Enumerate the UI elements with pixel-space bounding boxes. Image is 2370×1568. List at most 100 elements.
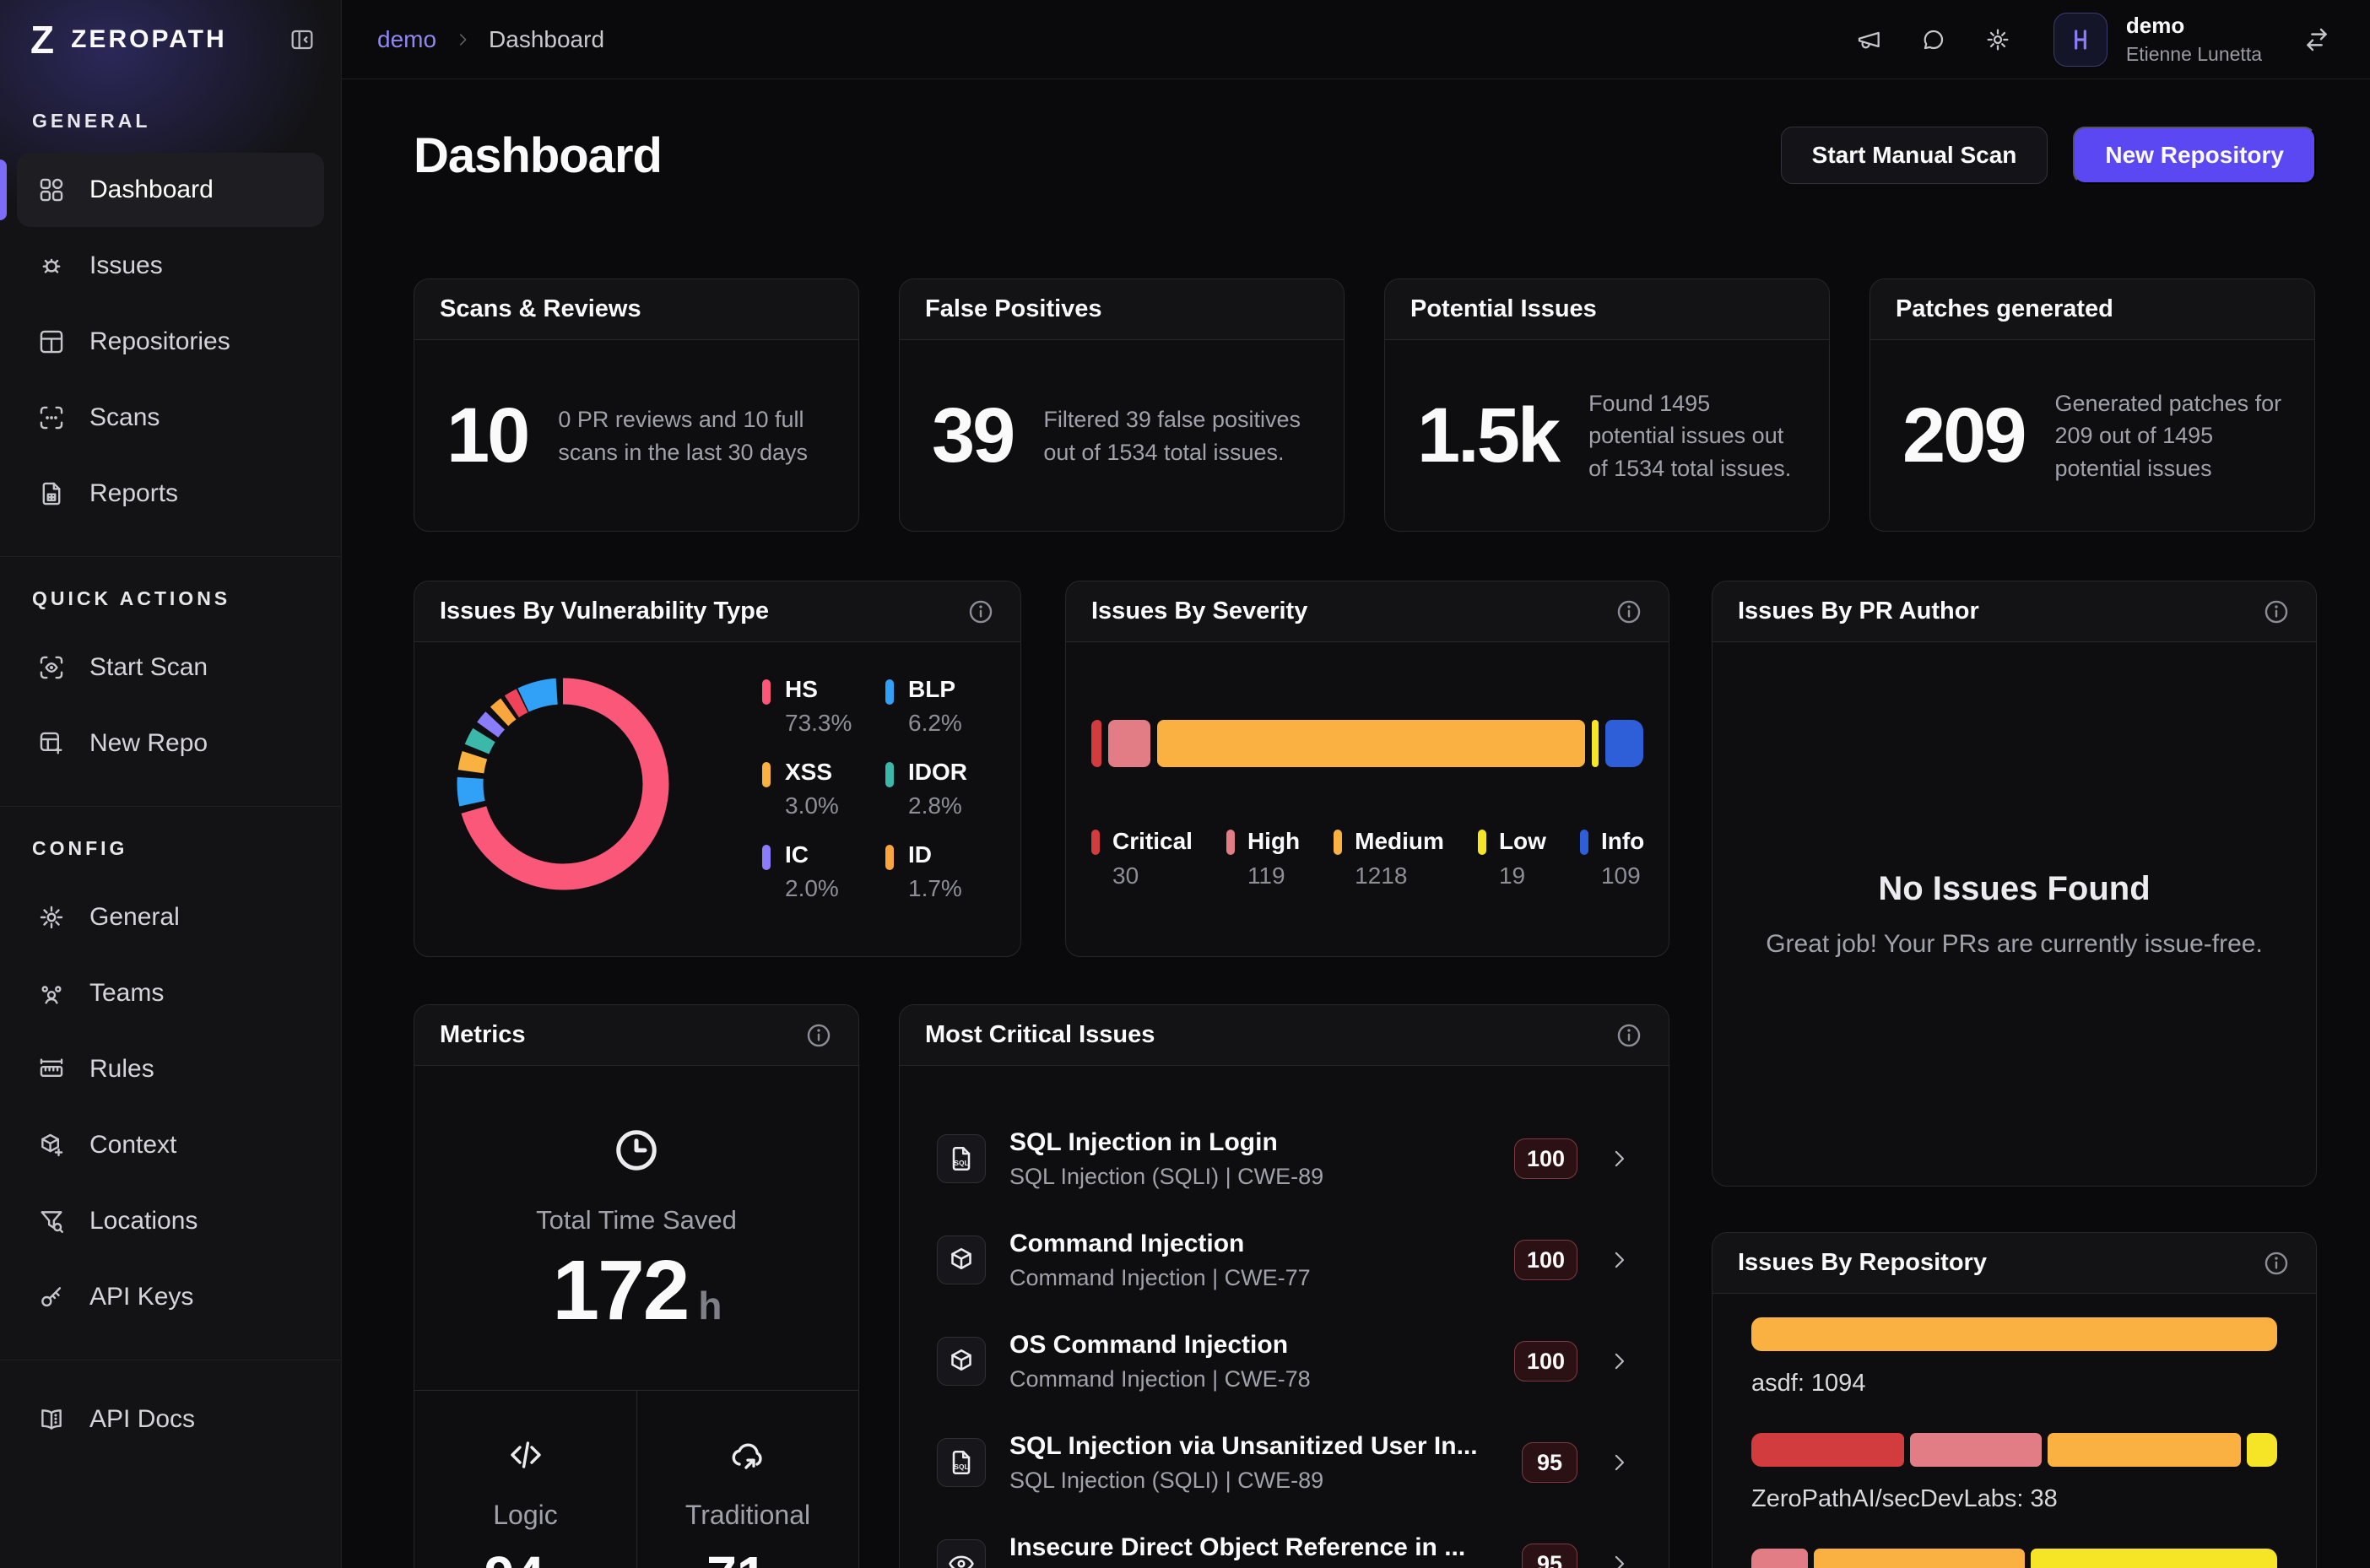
info-icon[interactable] [1615, 597, 1643, 626]
stat-description: Found 1495 potential issues out of 1534 … [1588, 387, 1797, 484]
issue-row-sql-injection-via-unsanitized-user-in[interactable]: SQL SQL Injection via Unsanitized User In… [937, 1412, 1631, 1513]
stat-value: 10 [446, 392, 528, 480]
sidebar-item-label: Context [89, 1131, 176, 1160]
api-docs-icon [37, 1405, 66, 1434]
repo-row-asdf: asdf: 1094 [1751, 1317, 2277, 1398]
stat-title: Patches generated [1896, 295, 2113, 323]
sidebar-item-repositories[interactable]: Repositories [17, 305, 324, 379]
info-icon[interactable] [966, 597, 995, 626]
issue-row-command-injection[interactable]: Command InjectionCommand Injection | CWE… [937, 1209, 1631, 1311]
issue-title: SQL Injection in Login [1009, 1128, 1323, 1157]
sidebar-item-rules[interactable]: Rules [17, 1032, 324, 1106]
metric-cell-logic: Logic 94h [414, 1391, 636, 1568]
stat-body: 209Generated patches for 209 out of 1495… [1870, 340, 2314, 532]
legend-color-pill [762, 762, 771, 787]
sidebar-item-dashboard[interactable]: Dashboard [17, 153, 324, 227]
info-icon[interactable] [804, 1021, 833, 1050]
info-icon[interactable] [1615, 1021, 1643, 1050]
sql-file-icon: SQL [946, 1144, 977, 1174]
megaphone-icon[interactable] [1856, 26, 1883, 53]
card-header: Potential Issues [1385, 279, 1829, 340]
most-critical-issues-card: Most Critical Issues SQLSQL Injection in… [899, 1004, 1669, 1568]
legend-percent: 2.0% [785, 875, 839, 902]
legend-color-pill [1091, 830, 1100, 855]
sidebar-item-context[interactable]: Context [17, 1108, 324, 1182]
legend-color-pill [885, 679, 894, 705]
rules-icon [37, 1055, 66, 1084]
sidebar-item-issues[interactable]: Issues [17, 229, 324, 303]
panel-toggle-icon[interactable] [289, 26, 316, 53]
zeropath-dashboard: { "brand": { "logo_letter": "Z", "name":… [0, 0, 2370, 1568]
chevron-right-icon[interactable] [1606, 1247, 1631, 1273]
severity-count: 30 [1112, 862, 1193, 889]
repo-row-zeropathai-secdevlabs: ZeroPathAI/secDevLabs: 38 [1751, 1433, 2277, 1513]
severity-count: 19 [1499, 862, 1546, 889]
chevron-right-icon[interactable] [1606, 1551, 1631, 1568]
sidebar-item-scans[interactable]: Scans [17, 381, 324, 455]
sidebar-item-reports[interactable]: Reports [17, 457, 324, 531]
stat-description: Filtered 39 false positives out of 1534 … [1043, 403, 1312, 468]
issue-icon-box [937, 1539, 986, 1568]
stat-card-scans-reviews: Scans & Reviews100 PR reviews and 10 ful… [414, 278, 859, 532]
sidebar-item-teams[interactable]: Teams [17, 956, 324, 1030]
org-name: demo [2126, 13, 2262, 39]
stat-card-patches-generated: Patches generated 209Generated patches fo… [1869, 278, 2315, 532]
severity-segment-critical [1091, 720, 1101, 767]
new-repository-button[interactable]: New Repository [2073, 127, 2316, 184]
chevron-right-icon[interactable] [1606, 1450, 1631, 1475]
page-title: Dashboard [414, 127, 662, 184]
severity-score-badge: 100 [1514, 1341, 1577, 1381]
issue-text: SQL Injection via Unsanitized User In...… [1009, 1432, 1478, 1494]
empty-state-description: Great job! Your PRs are currently issue-… [1766, 930, 2263, 959]
chevron-right-icon[interactable] [1606, 1349, 1631, 1374]
info-icon[interactable] [2262, 1249, 2291, 1278]
issue-row-os-command-injection[interactable]: OS Command InjectionCommand Injection | … [937, 1311, 1631, 1412]
severity-legend-low: Low19 [1478, 828, 1546, 889]
stat-body: 39Filtered 39 false positives out of 153… [900, 340, 1344, 532]
repo-bar-segment [1751, 1433, 1904, 1467]
legend-color-pill [762, 845, 771, 870]
start-manual-scan-button[interactable]: Start Manual Scan [1781, 127, 2048, 184]
legend-label: ID [908, 841, 962, 868]
sidebar-item-new-repo[interactable]: New Repo [17, 706, 324, 781]
metric-label: Logic [414, 1500, 636, 1531]
severity-label: Info [1601, 828, 1644, 855]
issue-icon-box: SQL [937, 1438, 986, 1487]
sidebar-section-label: QUICK ACTIONS [32, 587, 309, 610]
chevron-right-icon[interactable] [1606, 1146, 1631, 1171]
sidebar-item-api-docs[interactable]: API Docs [17, 1382, 324, 1457]
topbar-icon-group [1856, 26, 2011, 53]
info-icon[interactable] [2262, 597, 2291, 626]
swap-icon[interactable] [2302, 25, 2331, 54]
issue-text: SQL Injection in Login SQL Injection (SQL… [1009, 1128, 1323, 1190]
new-repo-icon [37, 729, 66, 758]
issue-subtitle: SQL Injection (SQLI) | CWE-89 [1009, 1164, 1323, 1190]
issue-row-insecure-direct-object-reference-in[interactable]: Insecure Direct Object Reference in ...I… [937, 1513, 1631, 1568]
pr-author-empty-state: No Issues Found Great job! Your PRs are … [1713, 642, 2316, 1187]
sidebar-item-general[interactable]: General [17, 880, 324, 954]
severity-chart-body: Critical30High119Medium1218Low19Info109 [1066, 720, 1669, 889]
stat-body: 1.5kFound 1495 potential issues out of 1… [1385, 340, 1829, 532]
legend-label: BLP [908, 676, 962, 703]
issue-row-sql-injection-in-login[interactable]: SQL SQL Injection in Login SQL Injection (… [937, 1108, 1631, 1209]
metric-value: 94h [414, 1544, 636, 1568]
metrics-total: Total Time Saved 172h [414, 1066, 858, 1339]
breadcrumb-project[interactable]: demo [377, 26, 436, 53]
sidebar-item-start-scan[interactable]: Start Scan [17, 630, 324, 705]
sidebar-item-label: Dashboard [89, 176, 214, 204]
org-switcher[interactable]: demo Etienne Lunetta [2053, 13, 2262, 67]
sidebar-item-label: Issues [89, 251, 163, 280]
logo-row: Z ZEROPATH [0, 0, 341, 79]
sidebar-item-api-keys[interactable]: API Keys [17, 1260, 324, 1334]
critical-issues-list: SQL SQL Injection in Login SQL Injection (… [900, 1066, 1669, 1568]
repo-bar-segment [2247, 1433, 2277, 1467]
org-avatar [2053, 13, 2108, 67]
metrics-breakdown: Logic94hTraditional71h [414, 1390, 858, 1568]
org-icon [2067, 26, 2094, 53]
legend-percent: 1.7% [908, 875, 962, 902]
card-header: Issues By Repository [1713, 1233, 2316, 1294]
topbar: demo Dashboard demo Etienne Lunetta [342, 0, 2370, 79]
sidebar-item-locations[interactable]: Locations [17, 1184, 324, 1258]
chat-icon[interactable] [1920, 26, 1947, 53]
gear-icon[interactable] [1984, 26, 2011, 53]
